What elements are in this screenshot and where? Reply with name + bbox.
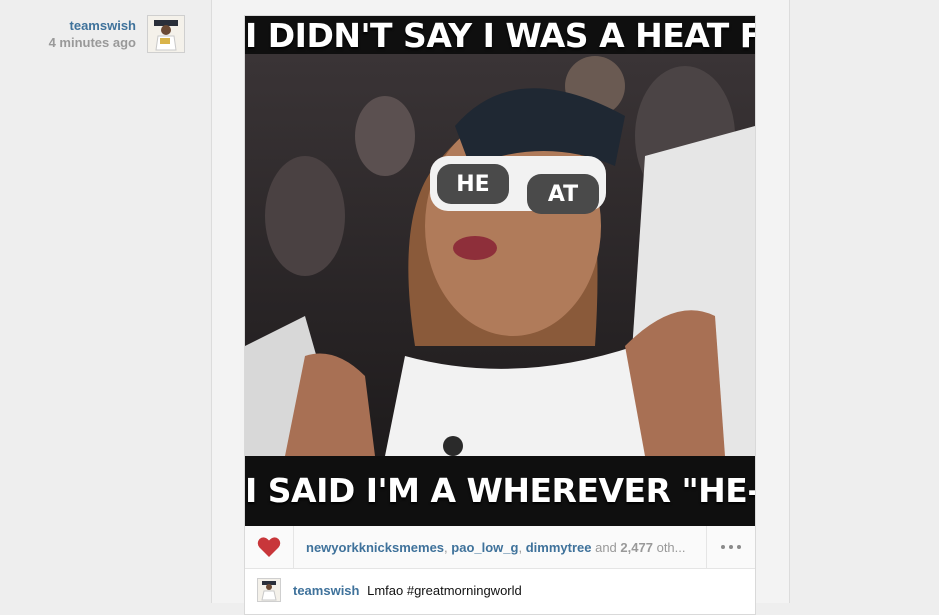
heart-icon — [257, 537, 281, 557]
avatar-image — [148, 16, 184, 52]
svg-text:HE: HE — [456, 172, 489, 197]
ellipsis-icon — [719, 545, 743, 549]
likers-separator: , — [518, 540, 523, 555]
meme-photo-illustration: HE AT — [245, 16, 755, 526]
post-timestamp: 4 minutes ago — [48, 35, 136, 50]
post-author-block: teamswish 4 minutes ago — [40, 18, 136, 50]
liker-link[interactable]: dimmytree — [526, 540, 592, 555]
author-avatar[interactable] — [147, 15, 185, 53]
liker-link[interactable]: newyorkknicksmemes — [306, 540, 444, 555]
like-button[interactable] — [245, 526, 294, 568]
caption-text: teamswish Lmfao #greatmorningworld — [293, 583, 522, 598]
caption-avatar[interactable] — [257, 578, 281, 602]
author-username-link[interactable]: teamswish — [40, 18, 136, 33]
svg-text:AT: AT — [548, 182, 578, 207]
more-options-button[interactable] — [706, 526, 755, 568]
caption-username-link[interactable]: teamswish — [293, 583, 359, 598]
caption-body: Lmfao #greatmorningworld — [367, 583, 522, 598]
post-photo[interactable]: HE AT I DIDN'T SAY I WAS A HEAT FAN I SA… — [245, 16, 755, 526]
likes-count-link[interactable]: 2,477 — [620, 540, 653, 555]
likes-bar: newyorkknicksmemes, pao_low_g, dimmytree… — [245, 526, 755, 569]
liker-link[interactable]: pao_low_g — [451, 540, 518, 555]
likers-separator: , — [444, 540, 448, 555]
post-card: HE AT I DIDN'T SAY I WAS A HEAT FAN I SA… — [244, 15, 756, 615]
meme-bottom-text: I SAID I'M A WHEREVER "HE-AT" FAN — [245, 471, 755, 510]
caption-row: teamswish Lmfao #greatmorningworld — [245, 569, 755, 609]
likers-and-text: and — [595, 540, 617, 555]
caption-avatar-image — [258, 579, 280, 601]
likers-others-text: oth... — [656, 540, 686, 555]
meme-top-text: I DIDN'T SAY I WAS A HEAT FAN — [245, 16, 755, 55]
likers-list: newyorkknicksmemes, pao_low_g, dimmytree… — [306, 540, 706, 555]
